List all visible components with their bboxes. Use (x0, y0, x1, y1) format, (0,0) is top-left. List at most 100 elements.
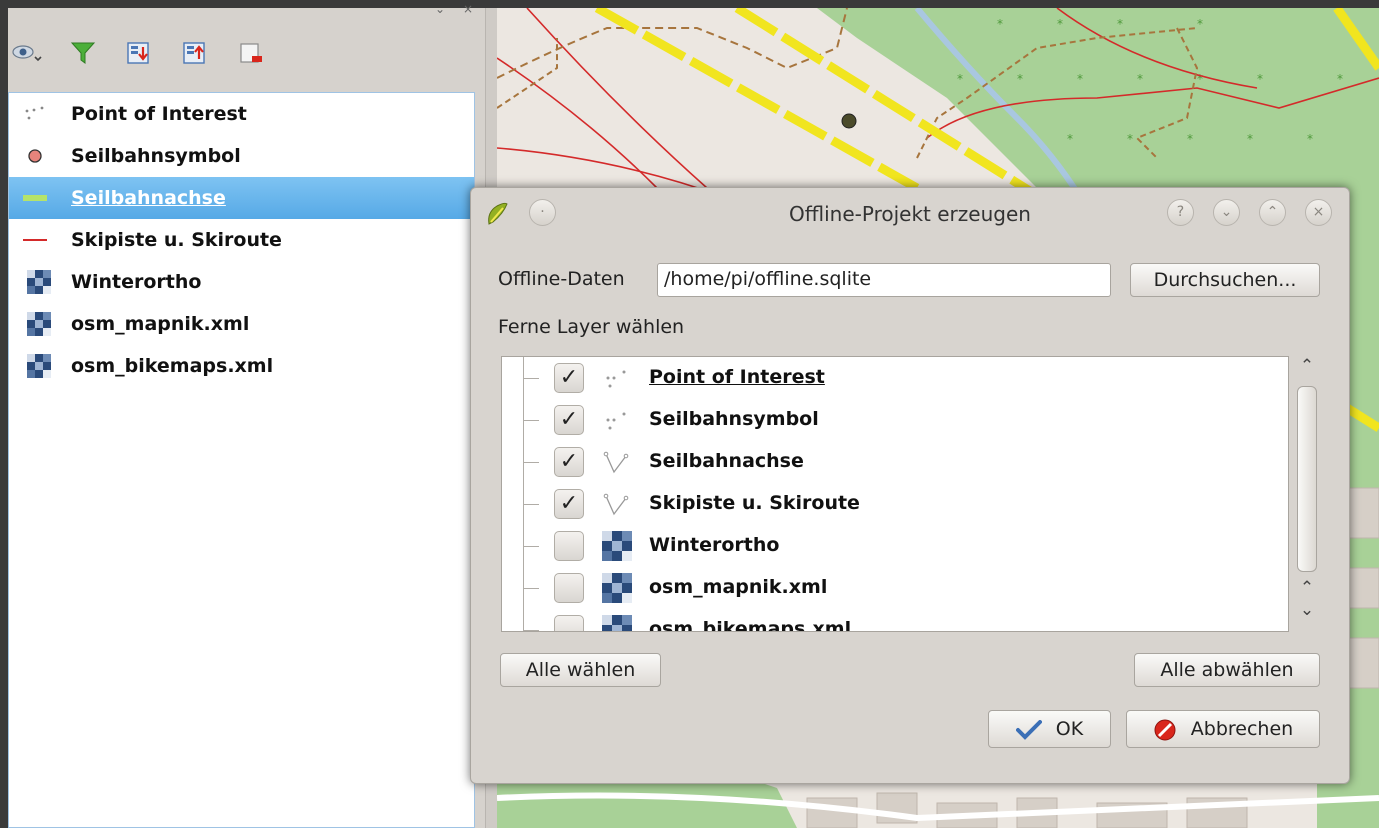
svg-text:*: * (1137, 72, 1143, 86)
browse-button[interactable]: Durchsuchen... (1130, 263, 1320, 297)
help-button[interactable]: ? (1167, 199, 1194, 226)
layer-label: Skipiste u. Skiroute (649, 492, 860, 514)
green-line-icon (23, 195, 47, 201)
layer-label: Seilbahnsymbol (649, 408, 819, 430)
layers-panel: ⌄ × Point of Interest Seilbahnsymbol Sei… (8, 2, 485, 828)
close-panel-icon[interactable]: × (463, 2, 473, 16)
layer-row-osm-mapnik[interactable]: osm_mapnik.xml (9, 303, 474, 345)
select-all-button[interactable]: Alle wählen (500, 653, 661, 687)
cancel-icon (1154, 719, 1176, 740)
list-item-seilbahnsymbol[interactable]: ✓ Seilbahnsymbol (502, 399, 1288, 441)
cancel-label: Abbrechen (1190, 718, 1294, 740)
offline-data-label: Offline-Daten (498, 268, 625, 290)
list-item-winterortho[interactable]: Winterortho (502, 525, 1288, 567)
tree-branch (523, 504, 539, 505)
raster-icon (27, 270, 51, 294)
remote-layers-label: Ferne Layer wählen (498, 316, 685, 338)
layer-checkbox[interactable] (554, 531, 584, 561)
offline-path-input[interactable]: /home/pi/offline.sqlite (657, 263, 1111, 297)
list-item-skipiste[interactable]: ✓ Skipiste u. Skiroute (502, 483, 1288, 525)
layer-checkbox[interactable] (554, 573, 584, 603)
raster-icon (27, 312, 51, 336)
expand-all-icon[interactable] (126, 40, 152, 66)
layer-row-point-of-interest[interactable]: Point of Interest (9, 93, 474, 135)
scroll-up-small-icon[interactable]: ⌃ (1295, 578, 1319, 598)
list-item-osm-bikemaps[interactable]: osm_bikemaps.xml (502, 609, 1288, 632)
svg-text:*: * (1337, 72, 1343, 86)
raster-icon (27, 354, 51, 378)
layer-label: Point of Interest (71, 103, 247, 125)
remote-layer-list: ✓ Point of Interest ✓ Seilbahnsymbol ✓ S… (501, 356, 1289, 632)
list-scrollbar[interactable]: ⌃ ⌃ ⌄ (1293, 356, 1321, 632)
layer-label: Seilbahnachse (649, 450, 804, 472)
layer-label: Winterortho (71, 271, 202, 293)
maximize-button[interactable]: ⌃ (1259, 199, 1286, 226)
deselect-all-button[interactable]: Alle abwählen (1134, 653, 1320, 687)
visibility-eye-icon[interactable] (12, 40, 42, 66)
svg-text:*: * (1127, 132, 1133, 146)
dock-controls: ⌄ × (435, 2, 473, 16)
layer-tree: Point of Interest Seilbahnsymbol Seilbah… (8, 92, 475, 828)
svg-text:*: * (1117, 17, 1123, 31)
tree-branch (523, 588, 539, 589)
layer-label: Winterortho (649, 534, 780, 556)
float-icon[interactable]: ⌄ (435, 2, 445, 16)
checkmark-icon (1015, 719, 1042, 740)
tree-branch (523, 462, 539, 463)
raster-icon (602, 615, 632, 631)
layer-label: osm_bikemaps.xml (649, 618, 852, 632)
offline-project-dialog: · Offline-Projekt erzeugen ? ⌄ ⌃ × Offli… (470, 187, 1350, 784)
tree-branch (523, 378, 539, 379)
layer-row-winterortho[interactable]: Winterortho (9, 261, 474, 303)
tree-branch (523, 546, 539, 547)
list-item-seilbahnachse[interactable]: ✓ Seilbahnachse (502, 441, 1288, 483)
raster-icon (602, 573, 632, 603)
layer-checkbox[interactable]: ✓ (554, 447, 584, 477)
layer-label: osm_mapnik.xml (649, 576, 828, 598)
scroll-up-icon[interactable]: ⌃ (1295, 356, 1319, 376)
layer-checkbox[interactable] (554, 615, 584, 631)
point-dots-icon (606, 370, 626, 388)
svg-text:*: * (1077, 72, 1083, 86)
svg-text:*: * (1247, 132, 1253, 146)
layer-row-seilbahnsymbol[interactable]: Seilbahnsymbol (9, 135, 474, 177)
raster-icon (602, 531, 632, 561)
line-vertex-icon (603, 493, 629, 516)
list-item-point-of-interest[interactable]: ✓ Point of Interest (502, 357, 1288, 399)
tree-branch (523, 420, 539, 421)
filter-icon[interactable] (70, 40, 96, 66)
minimize-button[interactable]: ⌄ (1213, 199, 1240, 226)
layer-row-osm-bikemaps[interactable]: osm_bikemaps.xml (9, 345, 474, 387)
layer-checkbox[interactable]: ✓ (554, 363, 584, 393)
red-line-icon (23, 239, 47, 241)
layer-checkbox[interactable]: ✓ (554, 405, 584, 435)
ok-button[interactable]: OK (988, 710, 1111, 748)
scroll-down-icon[interactable]: ⌄ (1295, 600, 1319, 620)
ok-label: OK (1055, 718, 1084, 740)
svg-text:*: * (1257, 72, 1263, 86)
list-item-osm-mapnik[interactable]: osm_mapnik.xml (502, 567, 1288, 609)
svg-text:*: * (1057, 17, 1063, 31)
layer-checkbox[interactable]: ✓ (554, 489, 584, 519)
layers-toolbar (8, 36, 485, 72)
svg-text:*: * (1067, 132, 1073, 146)
svg-text:*: * (1017, 72, 1023, 86)
point-dots-icon (606, 412, 626, 430)
tree-branch (523, 630, 539, 631)
layer-row-skipiste[interactable]: Skipiste u. Skiroute (9, 219, 474, 261)
layer-row-seilbahnachse[interactable]: Seilbahnachse (9, 177, 474, 219)
scroll-thumb[interactable] (1297, 386, 1317, 572)
svg-text:*: * (957, 72, 963, 86)
red-circle-icon (28, 149, 42, 163)
layer-label: Seilbahnachse (71, 187, 226, 209)
layer-label: osm_bikemaps.xml (71, 355, 274, 377)
close-button[interactable]: × (1305, 199, 1332, 226)
remove-layer-icon[interactable] (238, 40, 264, 66)
svg-text:*: * (1307, 132, 1313, 146)
layer-label: Skipiste u. Skiroute (71, 229, 282, 251)
layer-label: Seilbahnsymbol (71, 145, 241, 167)
collapse-all-icon[interactable] (182, 40, 208, 66)
svg-text:*: * (1197, 17, 1203, 31)
cancel-button[interactable]: Abbrechen (1126, 710, 1320, 748)
layer-label: osm_mapnik.xml (71, 313, 250, 335)
